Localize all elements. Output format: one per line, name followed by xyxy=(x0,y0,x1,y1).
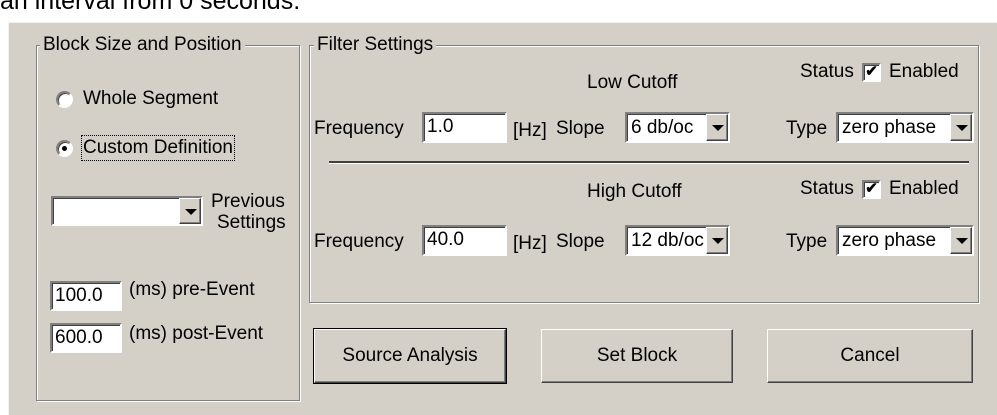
low-type-label: Type xyxy=(786,118,828,139)
pre-event-input[interactable]: 100.0 xyxy=(50,281,122,311)
chevron-down-icon[interactable] xyxy=(179,198,201,224)
chevron-down-icon[interactable] xyxy=(706,114,728,141)
source-analysis-button[interactable]: Source Analysis xyxy=(313,328,507,384)
low-hz-unit: [Hz] xyxy=(513,120,547,141)
low-frequency-input[interactable]: 1.0 xyxy=(422,112,507,143)
low-cutoff-heading: Low Cutoff xyxy=(587,72,678,93)
dialog-window: Block Size and Position Whole Segment Cu… xyxy=(8,22,997,415)
caption-text: an interval from 0 seconds. xyxy=(0,0,301,15)
custom-definition-label[interactable]: Custom Definition xyxy=(81,135,235,161)
custom-definition-radio[interactable] xyxy=(56,140,73,157)
high-enabled-label[interactable]: Enabled xyxy=(889,178,959,200)
previous-settings-label-1: Previous xyxy=(211,191,285,212)
high-frequency-input[interactable]: 40.0 xyxy=(422,225,507,256)
chevron-down-icon[interactable] xyxy=(950,114,972,141)
low-enabled-label[interactable]: Enabled xyxy=(889,61,959,83)
block-size-group-title: Block Size and Position xyxy=(40,34,245,56)
high-slope-value: 12 db/oc xyxy=(631,230,704,251)
previous-settings-combo[interactable] xyxy=(51,196,203,226)
cancel-button[interactable]: Cancel xyxy=(767,329,973,383)
low-status-label: Status xyxy=(800,61,854,82)
low-frequency-label: Frequency xyxy=(314,118,404,139)
low-type-value: zero phase xyxy=(842,117,937,138)
chevron-down-icon[interactable] xyxy=(950,227,972,254)
low-slope-select[interactable]: 6 db/oc xyxy=(625,112,730,143)
low-slope-value: 6 db/oc xyxy=(631,117,694,138)
high-hz-unit: [Hz] xyxy=(513,233,547,254)
post-event-label: (ms) post-Event xyxy=(129,323,264,344)
high-slope-select[interactable]: 12 db/oc xyxy=(625,225,730,256)
high-type-label: Type xyxy=(786,231,828,252)
high-enabled-checkbox[interactable]: ✔ xyxy=(862,180,881,199)
high-cutoff-heading: High Cutoff xyxy=(587,181,682,202)
high-status-label: Status xyxy=(800,178,854,199)
low-type-select[interactable]: zero phase xyxy=(836,112,974,143)
set-block-button[interactable]: Set Block xyxy=(541,329,733,383)
chevron-down-icon[interactable] xyxy=(706,227,728,254)
high-type-value: zero phase xyxy=(842,230,937,251)
cutoff-separator xyxy=(329,161,969,164)
post-event-input[interactable]: 600.0 xyxy=(50,323,122,353)
low-slope-label: Slope xyxy=(556,118,605,139)
high-frequency-label: Frequency xyxy=(314,231,404,252)
filter-settings-group-title: Filter Settings xyxy=(314,34,437,56)
high-slope-label: Slope xyxy=(556,231,605,252)
high-type-select[interactable]: zero phase xyxy=(836,225,974,256)
whole-segment-radio[interactable] xyxy=(56,91,73,108)
pre-event-label: (ms) pre-Event xyxy=(129,279,255,300)
low-enabled-checkbox[interactable]: ✔ xyxy=(862,63,881,82)
previous-settings-label-2: Settings xyxy=(217,212,286,233)
whole-segment-label[interactable]: Whole Segment xyxy=(83,88,218,110)
